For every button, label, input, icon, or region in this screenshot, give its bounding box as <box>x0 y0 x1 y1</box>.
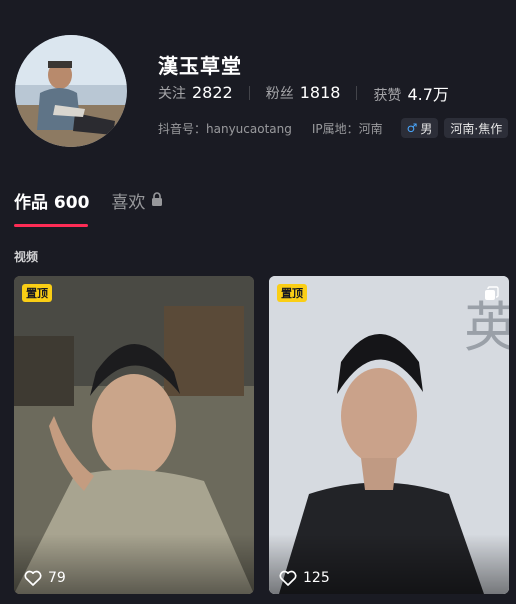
profile-meta: 抖音号：hanyucaotang IP属地：河南 ♂ 男 河南·焦作 <box>158 118 509 138</box>
video-card[interactable]: 置顶 79 <box>14 276 254 594</box>
likes-count: 125 <box>303 570 330 586</box>
following-count: 2822 <box>192 83 233 102</box>
followers-count: 1818 <box>299 83 341 102</box>
following-label: 关注 <box>158 86 186 102</box>
watermark-text-1: 英雄 <box>464 296 509 359</box>
multi-image-icon <box>485 286 499 300</box>
likes-count: 79 <box>48 570 66 586</box>
tab-works-label: 作品 600 <box>14 193 90 213</box>
likes-stat: 获赞 4.7万 <box>373 81 448 105</box>
ip-location: IP属地：河南 <box>311 121 383 136</box>
tab-likes-label: 喜欢 <box>111 193 146 213</box>
video-likes: 125 <box>279 570 330 586</box>
active-tab-indicator <box>14 224 88 227</box>
douyin-id: 抖音号：hanyucaotang <box>158 121 292 136</box>
pinned-badge: 置顶 <box>22 284 52 302</box>
video-card[interactable]: 英雄 置顶 125 <box>269 276 509 594</box>
profile-name: 漢玉草堂 <box>158 54 242 78</box>
tab-works[interactable]: 作品 600 <box>14 188 89 213</box>
avatar[interactable] <box>15 35 127 147</box>
followers-stat[interactable]: 粉丝 1818 <box>266 83 341 103</box>
likes-count: 4.7万 <box>407 85 449 104</box>
heart-icon <box>279 570 297 586</box>
divider <box>248 86 250 100</box>
likes-label: 获赞 <box>373 88 402 104</box>
tab-likes[interactable]: 喜欢 <box>111 188 163 213</box>
following-stat[interactable]: 关注 2822 <box>158 83 233 103</box>
divider <box>356 86 358 100</box>
profile-tabs: 作品 600 喜欢 <box>14 188 163 213</box>
heart-icon <box>24 570 42 586</box>
gender-label: 男 <box>420 121 433 136</box>
region-tag: 河南·焦作 <box>444 118 509 138</box>
male-icon: ♂ <box>406 121 418 135</box>
followers-label: 粉丝 <box>265 86 294 102</box>
video-likes: 79 <box>24 570 66 586</box>
profile-stats: 关注 2822 粉丝 1818 获赞 4.7万 <box>158 81 449 105</box>
gender-tag: ♂ 男 <box>400 118 439 138</box>
avatar-image <box>15 35 127 147</box>
section-title: 视频 <box>14 250 39 264</box>
pinned-badge: 置顶 <box>277 284 307 302</box>
lock-icon <box>151 191 163 211</box>
